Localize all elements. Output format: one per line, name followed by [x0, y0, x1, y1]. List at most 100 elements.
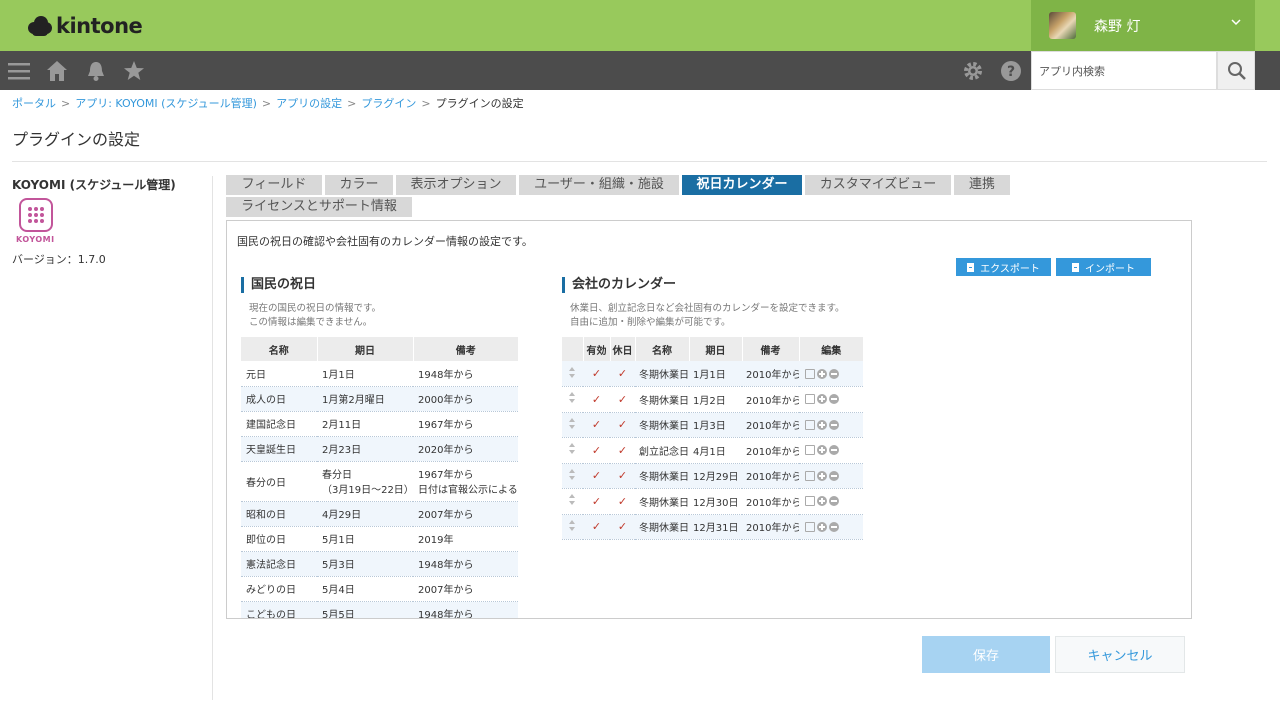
holiday-date: 2月11日 — [317, 411, 413, 437]
enabled-check-icon[interactable]: ✓ — [592, 393, 601, 406]
holiday-date: 2月23日 — [317, 436, 413, 462]
logo-text: kintone — [56, 14, 143, 38]
edit-icon[interactable] — [805, 445, 815, 456]
add-row-icon[interactable] — [817, 394, 827, 405]
add-row-icon[interactable] — [817, 470, 827, 481]
search-button[interactable] — [1217, 51, 1255, 90]
edit-icon[interactable] — [805, 419, 815, 430]
import-button[interactable]: インポート — [1056, 258, 1151, 276]
tab-customize-view[interactable]: カスタマイズビュー — [805, 175, 951, 195]
add-row-icon[interactable] — [817, 496, 827, 507]
breadcrumb-plugins[interactable]: プラグイン — [361, 97, 416, 110]
add-row-icon[interactable] — [817, 521, 827, 532]
holiday-name: 成人の日 — [241, 386, 317, 412]
tab-integration[interactable]: 連携 — [954, 175, 1010, 195]
export-button[interactable]: エクスポート — [956, 258, 1051, 276]
edit-icon[interactable] — [805, 394, 815, 405]
tab-holiday-calendar[interactable]: 祝日カレンダー — [682, 175, 802, 195]
drag-handle-icon[interactable] — [569, 392, 576, 404]
cloud-icon — [28, 16, 52, 36]
enabled-check-icon[interactable]: ✓ — [592, 469, 601, 482]
company-calendar-title: 会社のカレンダー — [562, 277, 676, 293]
national-holidays-table: 名称 期日 備考 元日 1月1日 1948年から 成人の日 1月第2月曜日 2000年か… — [241, 337, 518, 618]
desc-line: 休業日、創立記念日など会社固有のカレンダーを設定できます。 — [570, 303, 845, 314]
holiday-note: 2019年 — [413, 526, 518, 552]
add-row-icon[interactable] — [817, 445, 827, 456]
tab-users-org-facilities[interactable]: ユーザー・組織・施設 — [519, 175, 679, 195]
holiday-check-icon[interactable]: ✓ — [618, 444, 627, 457]
table-row: 春分の日 春分日 （3月19日～22日） 1967年から 日付は官報公示による — [241, 461, 518, 502]
tab-color[interactable]: カラー — [325, 175, 393, 195]
star-icon[interactable] — [123, 60, 145, 82]
edit-icon[interactable] — [805, 368, 815, 379]
remove-row-icon[interactable] — [829, 470, 839, 481]
tab-license-support[interactable]: ライセンスとサポート情報 — [226, 197, 412, 217]
drag-handle-icon[interactable] — [569, 494, 576, 506]
svg-text:?: ? — [1007, 64, 1015, 80]
holiday-date: 5月4日 — [317, 576, 413, 602]
holiday-check-icon[interactable]: ✓ — [618, 520, 627, 533]
enabled-check-icon[interactable]: ✓ — [592, 520, 601, 533]
holiday-name: 即位の日 — [241, 526, 317, 552]
desc-line: 自由に追加・削除や編集が可能です。 — [570, 317, 731, 328]
remove-row-icon[interactable] — [829, 521, 839, 532]
plugin-version: バージョン：1.7.0 — [12, 253, 106, 266]
holiday-note: 2000年から — [413, 386, 518, 412]
column-header: 備考 — [742, 337, 800, 361]
breadcrumb-current: プラグインの設定 — [435, 97, 524, 110]
cancel-button[interactable]: キャンセル — [1055, 636, 1185, 673]
tab-display-options[interactable]: 表示オプション — [396, 175, 516, 195]
remove-row-icon[interactable] — [829, 496, 839, 507]
edit-icon[interactable] — [805, 496, 815, 507]
table-row: 天皇誕生日 2月23日 2020年から — [241, 436, 518, 462]
divider — [12, 161, 1267, 162]
holiday-check-icon[interactable]: ✓ — [618, 393, 627, 406]
holiday-check-icon[interactable]: ✓ — [618, 469, 627, 482]
enabled-check-icon[interactable]: ✓ — [592, 367, 601, 380]
holiday-name: 元日 — [241, 361, 317, 387]
event-note: 2010年から — [742, 463, 799, 489]
drag-handle-icon[interactable] — [569, 366, 576, 378]
column-header: 休日 — [610, 337, 636, 361]
edit-icon[interactable] — [805, 521, 815, 532]
holiday-check-icon[interactable]: ✓ — [618, 367, 627, 380]
bell-icon[interactable] — [85, 60, 107, 82]
enabled-check-icon[interactable]: ✓ — [592, 495, 601, 508]
page-title: プラグインの設定 — [12, 130, 141, 149]
remove-row-icon[interactable] — [829, 419, 839, 430]
gear-icon[interactable] — [962, 60, 984, 82]
help-icon[interactable]: ? — [1000, 60, 1022, 82]
holiday-note: 2007年から — [413, 501, 518, 527]
drag-handle-icon[interactable] — [569, 468, 576, 480]
add-row-icon[interactable] — [817, 368, 827, 379]
event-name: 創立記念日 — [635, 437, 689, 464]
breadcrumb-portal[interactable]: ポータル — [12, 97, 56, 110]
home-icon[interactable] — [46, 60, 68, 82]
remove-row-icon[interactable] — [829, 368, 839, 379]
enabled-check-icon[interactable]: ✓ — [592, 444, 601, 457]
kintone-logo[interactable]: kintone — [28, 12, 143, 40]
drag-handle-icon[interactable] — [569, 519, 576, 531]
holiday-name: 憲法記念日 — [241, 551, 317, 577]
remove-row-icon[interactable] — [829, 394, 839, 405]
menu-icon[interactable] — [8, 60, 30, 82]
remove-row-icon[interactable] — [829, 445, 839, 456]
edit-icon[interactable] — [805, 470, 815, 481]
breadcrumb-app-settings[interactable]: アプリの設定 — [276, 97, 342, 110]
tab-field[interactable]: フィールド — [226, 175, 322, 195]
add-row-icon[interactable] — [817, 419, 827, 430]
user-menu[interactable]: 森野 灯 — [1031, 0, 1255, 51]
holiday-check-icon[interactable]: ✓ — [618, 418, 627, 431]
enabled-check-icon[interactable]: ✓ — [592, 418, 601, 431]
date-line: 春分日 — [322, 470, 352, 481]
breadcrumb-app[interactable]: アプリ: KOYOMI (スケジュール管理) — [75, 97, 257, 110]
plugin-name: KOYOMI (スケジュール管理) — [12, 178, 176, 192]
holiday-check-icon[interactable]: ✓ — [618, 495, 627, 508]
search-input[interactable]: アプリ内検索 — [1031, 51, 1217, 90]
save-button[interactable]: 保存 — [922, 636, 1050, 673]
event-name: 冬期休業日 — [635, 386, 689, 413]
holiday-name: こどもの日 — [241, 601, 317, 618]
holiday-name: みどりの日 — [241, 576, 317, 602]
drag-handle-icon[interactable] — [569, 417, 576, 429]
drag-handle-icon[interactable] — [569, 443, 576, 455]
